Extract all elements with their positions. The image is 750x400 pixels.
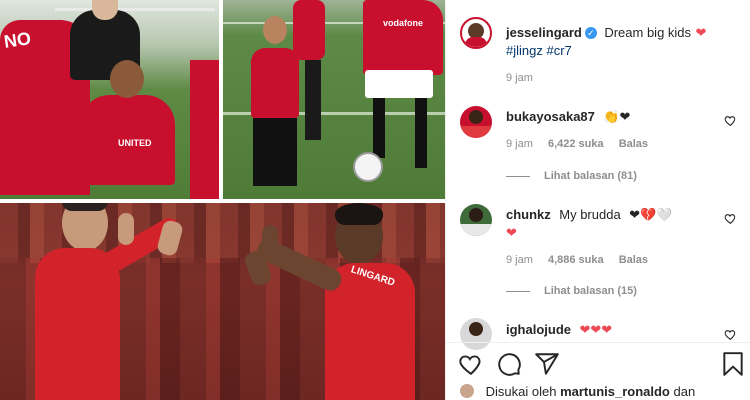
comment-meta: 9 jam 4,886 suka Balas — [506, 254, 648, 266]
liker-avatar — [460, 384, 474, 398]
comment-likes[interactable]: 4,886 suka — [548, 254, 604, 266]
reply-button[interactable]: Balas — [619, 138, 648, 150]
post-media[interactable]: NO UNITED vodafone LINGARD — [0, 0, 445, 400]
comment-username[interactable]: bukayosaka87 — [506, 109, 595, 124]
comment-icon[interactable] — [496, 351, 522, 377]
comment-emoji: ❤❤❤ — [579, 322, 613, 337]
comment-text: My brudda — [559, 207, 621, 222]
liked-by-suffix: dan — [673, 384, 696, 399]
caption-time: 9 jam — [506, 72, 533, 84]
comment-1: bukayosaka87 👏❤ — [506, 108, 739, 126]
comment-like-heart-icon[interactable] — [724, 328, 737, 341]
liked-by-prefix: Disukai oleh — [485, 384, 557, 399]
kid-shirt-sponsor: UNITED — [118, 138, 152, 148]
comment-2: chunkz My brudda ❤💔🤍 ❤ — [506, 206, 739, 242]
liked-by: Disukai oleh martunis_ronaldo dan — [460, 384, 695, 399]
comment-like-heart-icon[interactable] — [724, 212, 737, 225]
comment-emoji-2: ❤ — [506, 225, 517, 240]
caption-text: Dream big kids — [604, 25, 692, 40]
caption-hashtags[interactable]: #jlingz #cr7 — [506, 43, 572, 58]
reply-button[interactable]: Balas — [619, 254, 648, 266]
comment-time: 9 jam — [506, 138, 533, 150]
commenter-avatar-chunkz[interactable] — [460, 204, 492, 236]
photo-kids-ball: vodafone — [223, 0, 445, 199]
comment-3: ighalojude ❤❤❤ — [506, 321, 739, 339]
author-avatar[interactable] — [460, 17, 492, 49]
caption-heart-emoji: ❤ — [695, 25, 707, 40]
comment-emoji: 👏❤ — [603, 109, 631, 124]
comments-panel: jesselingard ✓ Dream big kids ❤ #jlingz #… — [445, 0, 750, 400]
liked-by-user[interactable]: martunis_ronaldo — [560, 384, 670, 399]
comment-username[interactable]: ighalojude — [506, 322, 571, 337]
commenter-avatar-bukayosaka87[interactable] — [460, 106, 492, 138]
photo-ronaldo-lingard: LINGARD — [0, 203, 445, 400]
author-username[interactable]: jesselingard — [506, 25, 582, 40]
caption: jesselingard ✓ Dream big kids ❤ #jlingz #… — [506, 24, 739, 60]
comment-username[interactable]: chunkz — [506, 207, 551, 222]
action-bar — [446, 342, 750, 383]
bookmark-icon[interactable] — [720, 351, 746, 377]
jersey-back-text: NO — [2, 28, 33, 52]
heart-icon[interactable] — [458, 351, 484, 377]
view-replies[interactable]: Lihat balasan (81) — [506, 170, 637, 182]
comment-like-heart-icon[interactable] — [724, 114, 737, 127]
verified-icon: ✓ — [584, 27, 597, 39]
jersey-sponsor: vodafone — [383, 18, 424, 28]
share-icon[interactable] — [534, 351, 560, 377]
photo-coach-kid: NO UNITED — [0, 0, 219, 199]
comment-time: 9 jam — [506, 254, 533, 266]
adult-red-jersey-2 — [363, 0, 443, 75]
comment-emoji: ❤💔🤍 — [629, 207, 673, 222]
football — [353, 152, 383, 182]
comment-meta: 9 jam 6,422 suka Balas — [506, 138, 648, 150]
comment-likes[interactable]: 6,422 suka — [548, 138, 604, 150]
view-replies[interactable]: Lihat balasan (15) — [506, 285, 637, 297]
